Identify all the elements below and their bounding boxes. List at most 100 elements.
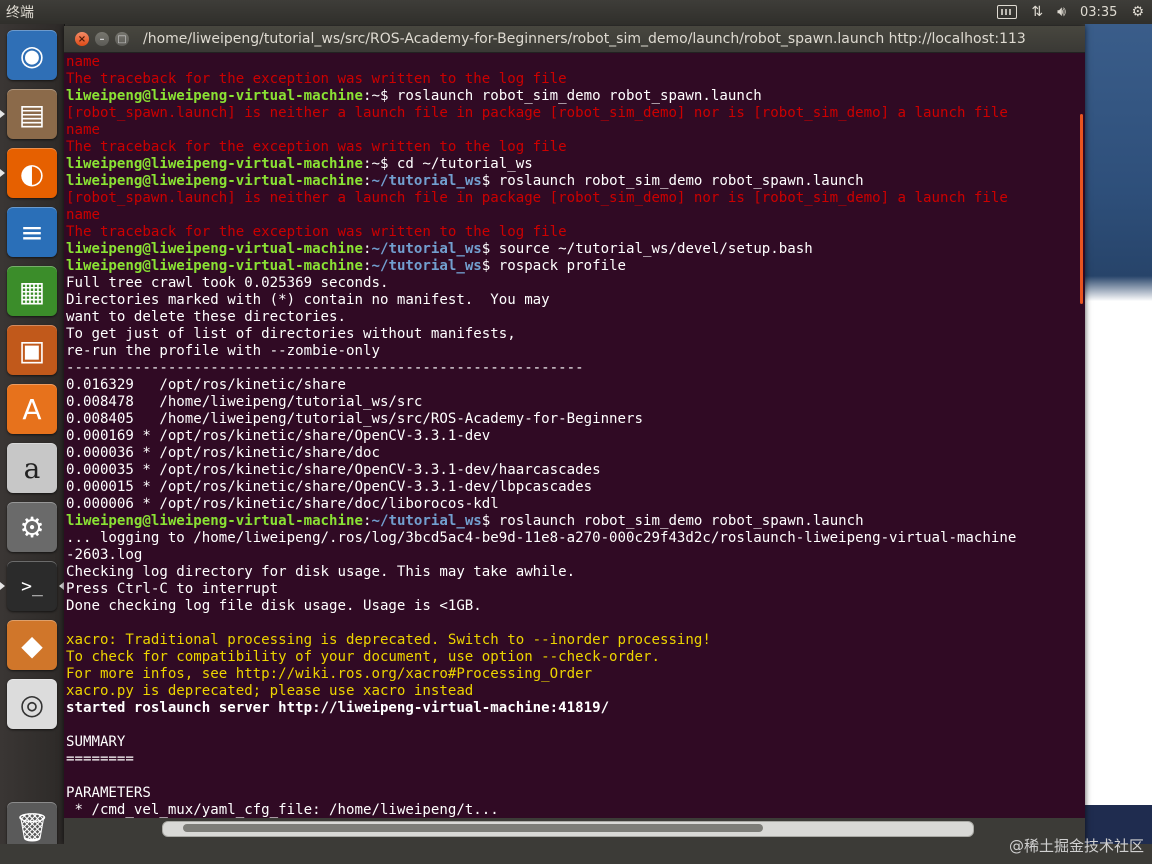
launcher-libreoffice-calc[interactable]: ▦ [7, 266, 57, 316]
terminal-text: 0.008478 /home/liweipeng/tutorial_ws/src [66, 394, 423, 410]
terminal-text: The traceback for the exception was writ… [66, 71, 567, 87]
libreoffice-writer-icon: ≡ [20, 215, 44, 249]
terminal-line: want to delete these directories. [66, 309, 1078, 326]
minimize-icon[interactable]: – [95, 32, 109, 46]
terminal-line: xacro: Traditional processing is depreca… [66, 632, 1078, 649]
terminal-text: want to delete these directories. [66, 309, 347, 325]
launcher-firefox[interactable]: ◐ [7, 148, 57, 198]
terminal-line: Press Ctrl-C to interrupt [66, 581, 1078, 598]
terminal-text: 0.000035 * /opt/ros/kinetic/share/OpenCV… [66, 462, 601, 478]
prompt-user-host: liweipeng@liweipeng-virtual-machine [66, 156, 363, 172]
terminal-text: xacro.py is deprecated; please use xacro… [66, 683, 474, 699]
launcher-dvd[interactable]: ◎ [7, 679, 57, 729]
prompt-user-host: liweipeng@liweipeng-virtual-machine [66, 513, 363, 529]
vertical-scrollbar[interactable] [1080, 114, 1083, 304]
launcher-libreoffice-writer[interactable]: ≡ [7, 207, 57, 257]
launcher-terminal[interactable]: >_ [7, 561, 57, 611]
launcher-system-settings[interactable]: ⚙ [7, 502, 57, 552]
terminal-line: ----------------------------------------… [66, 360, 1078, 377]
terminal-line: [robot_spawn.launch] is neither a launch… [66, 105, 1078, 122]
window-title: /home/liweipeng/tutorial_ws/src/ROS-Acad… [143, 31, 1026, 47]
desktop-background [1085, 24, 1152, 864]
network-icon[interactable]: ⇅ [1031, 4, 1043, 20]
terminal-text: name [66, 207, 100, 223]
terminal-line: * /cmd_vel_mux/yaml_cfg_file: /home/liwe… [66, 802, 1078, 819]
terminal-text: :~$ roslaunch robot_sim_demo robot_spawn… [362, 88, 762, 104]
terminal-line: liweipeng@liweipeng-virtual-machine:~/tu… [66, 173, 1078, 190]
prompt-user-host: liweipeng@liweipeng-virtual-machine [66, 173, 363, 189]
terminal-icon: >_ [21, 575, 43, 597]
terminal-line: [robot_spawn.launch] is neither a launch… [66, 190, 1078, 207]
terminal-line: 0.008478 /home/liweipeng/tutorial_ws/src [66, 394, 1078, 411]
terminal-text: $ rospack profile [481, 258, 627, 274]
launcher-ubuntu-dash[interactable]: ◉ [7, 30, 57, 80]
terminal-line: ======== [66, 751, 1078, 768]
terminal-line: The traceback for the exception was writ… [66, 139, 1078, 156]
terminal-line: xacro.py is deprecated; please use xacro… [66, 683, 1078, 700]
terminal-text: xacro: Traditional processing is depreca… [66, 632, 711, 648]
terminal-text: :~$ cd ~/tutorial_ws [362, 156, 533, 172]
dvd-icon: ◎ [19, 687, 45, 721]
prompt-user-host: liweipeng@liweipeng-virtual-machine [66, 258, 363, 274]
terminal-line: 0.016329 /opt/ros/kinetic/share [66, 377, 1078, 394]
launcher-amazon[interactable]: a [7, 443, 57, 493]
horizontal-scrollbar[interactable] [162, 821, 974, 837]
launcher-blender-like-app[interactable]: ◆ [7, 620, 57, 670]
terminal-line: -2603.log [66, 547, 1078, 564]
terminal-text: To get just of list of directories witho… [66, 326, 516, 342]
gear-icon[interactable]: ⚙ [1131, 4, 1144, 20]
prompt-user-host: liweipeng@liweipeng-virtual-machine [66, 88, 363, 104]
horizontal-scrollbar-thumb[interactable] [183, 824, 763, 832]
terminal-line: liweipeng@liweipeng-virtual-machine:~/tu… [66, 258, 1078, 275]
terminal-line: re-run the profile with --zombie-only [66, 343, 1078, 360]
prompt-path: ~/tutorial_ws [371, 241, 482, 257]
terminal-line: For more infos, see http://wiki.ros.org/… [66, 666, 1078, 683]
terminal-text: Checking log directory for disk usage. T… [66, 564, 576, 580]
launcher-libreoffice-impress[interactable]: ▣ [7, 325, 57, 375]
terminal-line: Checking log directory for disk usage. T… [66, 564, 1078, 581]
horizontal-scroll-area [64, 818, 1085, 844]
prompt-path: ~/tutorial_ws [371, 258, 482, 274]
terminal-line: 0.000036 * /opt/ros/kinetic/share/doc [66, 445, 1078, 462]
terminal-line: The traceback for the exception was writ… [66, 224, 1078, 241]
launcher-files[interactable]: ▤ [7, 89, 57, 139]
running-indicator [0, 169, 5, 177]
launcher: ◉ ▤ ◐ ≡ ▦ ▣ Aa ⚙ >_ ◆ ◎ 🗑 [0, 24, 65, 864]
launcher-software-center[interactable]: A [7, 384, 57, 434]
close-icon[interactable]: × [75, 32, 89, 46]
terminal-line: 0.000035 * /opt/ros/kinetic/share/OpenCV… [66, 462, 1078, 479]
terminal-output[interactable]: name The traceback for the exception was … [66, 54, 1078, 824]
terminal-text: ... logging to /home/liweipeng/.ros/log/… [66, 530, 1017, 546]
terminal-line: SUMMARY [66, 734, 1078, 751]
terminal-text: 0.000169 * /opt/ros/kinetic/share/OpenCV… [66, 428, 491, 444]
volume-icon[interactable]: 🔊︎ [1057, 4, 1066, 20]
keyboard-icon[interactable] [997, 5, 1018, 19]
window-titlebar[interactable]: × – □ /home/liweipeng/tutorial_ws/src/RO… [64, 26, 1085, 53]
terminal-text: $ source ~/tutorial_ws/devel/setup.bash [481, 241, 813, 257]
terminal-text: name [66, 122, 100, 138]
terminal-line: liweipeng@liweipeng-virtual-machine:~/tu… [66, 513, 1078, 530]
bottom-strip [0, 844, 1152, 864]
files-icon: ▤ [18, 97, 46, 131]
terminal-line: 0.008405 /home/liweipeng/tutorial_ws/src… [66, 411, 1078, 428]
maximize-icon[interactable]: □ [115, 32, 129, 46]
terminal-text: $ roslaunch robot_sim_demo robot_spawn.l… [481, 513, 864, 529]
terminal-line: ... logging to /home/liweipeng/.ros/log/… [66, 530, 1078, 547]
software-center-icon: A [22, 392, 42, 426]
system-settings-icon: ⚙ [19, 510, 45, 544]
clock[interactable]: 03:35 [1080, 5, 1117, 20]
libreoffice-calc-icon: ▦ [18, 274, 46, 308]
terminal-text: -2603.log [66, 547, 143, 563]
terminal-line: To check for compatibility of your docum… [66, 649, 1078, 666]
terminal-line: 0.000169 * /opt/ros/kinetic/share/OpenCV… [66, 428, 1078, 445]
terminal-text: 0.016329 /opt/ros/kinetic/share [66, 377, 347, 393]
terminal-line: started roslaunch server http://liweipen… [66, 700, 1078, 717]
terminal-text: The traceback for the exception was writ… [66, 224, 567, 240]
terminal-text: ----------------------------------------… [66, 360, 584, 376]
terminal-text: Directories marked with (*) contain no m… [66, 292, 550, 308]
terminal-text: For more infos, see http://wiki.ros.org/… [66, 666, 593, 682]
prompt-user-host: liweipeng@liweipeng-virtual-machine [66, 241, 363, 257]
terminal-text: re-run the profile with --zombie-only [66, 343, 380, 359]
terminal-line: To get just of list of directories witho… [66, 326, 1078, 343]
